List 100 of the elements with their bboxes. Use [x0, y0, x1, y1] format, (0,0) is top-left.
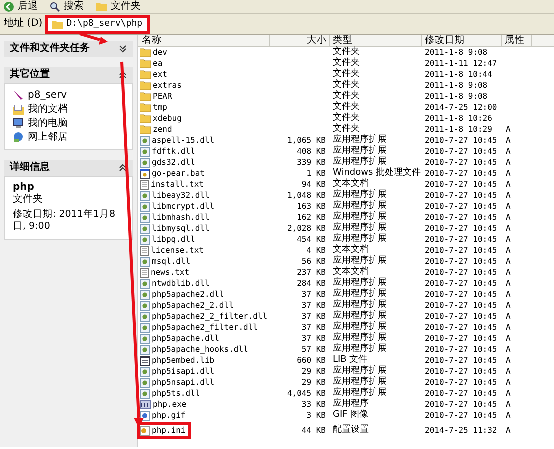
collapse-icon[interactable]: [119, 71, 127, 79]
panel-header[interactable]: 文件和文件夹任务: [4, 41, 133, 57]
file-name[interactable]: php5isapi.dll: [140, 366, 217, 377]
file-modified: 2011-1-11 12:47: [425, 58, 498, 68]
file-attribute: A: [506, 426, 511, 434]
file-name[interactable]: php5nsapi.dll: [140, 377, 217, 388]
file-name-text: ntwdblib.dll: [152, 280, 210, 288]
file-attribute: A: [506, 202, 511, 210]
file-name[interactable]: php.exe: [140, 399, 189, 410]
expand-icon[interactable]: [119, 45, 127, 53]
file-name[interactable]: zend: [140, 124, 174, 135]
file-name-text: php5apache.dll: [152, 334, 220, 342]
file-attribute: A: [506, 300, 511, 310]
file-type: 文本文档: [333, 179, 369, 189]
file-name[interactable]: php5apache2_2.dll: [140, 300, 236, 311]
place-link[interactable]: 我的文档: [13, 104, 124, 115]
text-file-icon: [140, 268, 149, 278]
place-link[interactable]: 我的电脑: [13, 118, 124, 129]
file-size: 408 KB: [297, 146, 326, 156]
file-type: 应用程序扩展: [333, 146, 387, 156]
file-name[interactable]: extras: [140, 80, 184, 91]
file-name-text: php5apache2_2_filter.dll: [152, 312, 268, 320]
file-name[interactable]: news.txt: [140, 267, 192, 278]
toolbar-button[interactable]: 后退: [4, 0, 38, 13]
file-name[interactable]: libeay32.dll: [140, 190, 212, 201]
file-name[interactable]: ntwdblib.dll: [140, 278, 212, 289]
file-attribute: A: [506, 212, 511, 222]
file-name-text: libmhash.dll: [152, 214, 210, 222]
toolbar-button[interactable]: 搜索: [50, 0, 84, 13]
file-name-text: php.ini: [152, 426, 186, 434]
column-header[interactable]: 属性: [502, 35, 532, 46]
file-size: 44 KB: [302, 426, 326, 434]
file-name[interactable]: libmhash.dll: [140, 212, 212, 223]
file-type: 应用程序: [333, 399, 369, 409]
exe-file-icon: [140, 400, 151, 410]
file-name[interactable]: ea: [140, 58, 165, 69]
file-name[interactable]: gds32.dll: [140, 157, 198, 168]
file-attribute: A: [506, 366, 511, 376]
file-name[interactable]: fdftk.dll: [140, 146, 198, 157]
file-type: 应用程序扩展: [333, 333, 387, 343]
file-size: 237 KB: [297, 268, 326, 276]
file-modified: 2011-1-8 10:29: [425, 124, 492, 134]
file-modified: 2010-7-27 10:45: [425, 158, 498, 166]
file-type: 文件夹: [333, 58, 360, 68]
column-header[interactable]: 修改日期: [422, 35, 502, 46]
file-size: 162 KB: [297, 212, 326, 222]
column-header[interactable]: 名称: [138, 35, 270, 46]
column-header[interactable]: 类型: [330, 35, 422, 46]
panel-title: 其它位置: [10, 70, 50, 80]
address-field[interactable]: D:\p8_serv\php: [44, 14, 150, 34]
column-header[interactable]: 大小: [270, 35, 330, 46]
collapse-icon[interactable]: [119, 164, 127, 172]
place-link[interactable]: p8_serv: [13, 90, 124, 101]
file-type: 应用程序扩展: [333, 311, 387, 321]
file-name[interactable]: install.txt: [140, 179, 206, 190]
panel-header[interactable]: 其它位置: [4, 67, 133, 83]
toolbar-button[interactable]: 文件夹: [96, 0, 141, 13]
file-name[interactable]: php5apache2_filter.dll: [140, 322, 260, 333]
file-name[interactable]: libmysql.dll: [140, 223, 212, 234]
file-name[interactable]: xdebug: [140, 113, 184, 124]
file-type: 应用程序扩展: [333, 344, 387, 354]
file-name[interactable]: license.txt: [140, 245, 206, 256]
file-size: 37 KB: [302, 290, 326, 298]
file-size: 37 KB: [302, 312, 326, 320]
file-name[interactable]: php5ts.dll: [140, 388, 202, 399]
file-modified: 2010-7-27 10:45: [425, 212, 498, 222]
file-name[interactable]: php5apache.dll: [140, 333, 222, 344]
file-name[interactable]: ext: [140, 69, 170, 80]
file-attribute: A: [506, 278, 511, 288]
file-name[interactable]: aspell-15.dll: [140, 135, 217, 146]
panel-header[interactable]: 详细信息: [4, 160, 133, 176]
image-file-icon: [140, 410, 150, 420]
file-name[interactable]: libmcrypt.dll: [140, 201, 217, 212]
file-size: 339 KB: [297, 158, 326, 166]
file-name[interactable]: php5embed.lib: [140, 355, 217, 366]
file-modified: 2011-1-8 10:44: [425, 70, 492, 78]
file-modified: 2010-7-27 10:45: [425, 180, 498, 188]
file-name[interactable]: libpq.dll: [140, 234, 198, 245]
file-type: 应用程序扩展: [333, 212, 387, 222]
file-size: 454 KB: [297, 234, 326, 244]
file-name[interactable]: php5apache2.dll: [140, 289, 226, 300]
file-name[interactable]: go-pear.bat: [140, 168, 207, 179]
file-attribute: A: [506, 158, 511, 166]
file-name[interactable]: tmp: [140, 102, 170, 113]
detail-type: 文件夹: [13, 195, 44, 205]
file-name[interactable]: php.ini: [140, 425, 188, 436]
folder-icon: [140, 70, 151, 79]
file-name[interactable]: php5apache_hooks.dll: [140, 344, 250, 355]
file-modified: 2010-7-27 10:45: [425, 322, 498, 332]
detail-modified: 修改日期: 2011年1月8日, 9:00: [13, 209, 116, 233]
place-link[interactable]: 网上邻居: [13, 132, 124, 143]
file-modified: 2010-7-27 10:45: [425, 268, 498, 276]
file-size: 2,028 KB: [287, 224, 326, 232]
file-name[interactable]: msql.dll: [140, 256, 193, 267]
file-name[interactable]: php5apache2_2_filter.dll: [140, 311, 270, 322]
file-name-text: xdebug: [153, 114, 182, 122]
file-name[interactable]: PEAR: [140, 91, 174, 102]
file-name[interactable]: dev: [140, 47, 170, 58]
file-modified: 2010-7-27 10:45: [425, 400, 498, 408]
file-size: 56 KB: [302, 256, 326, 266]
